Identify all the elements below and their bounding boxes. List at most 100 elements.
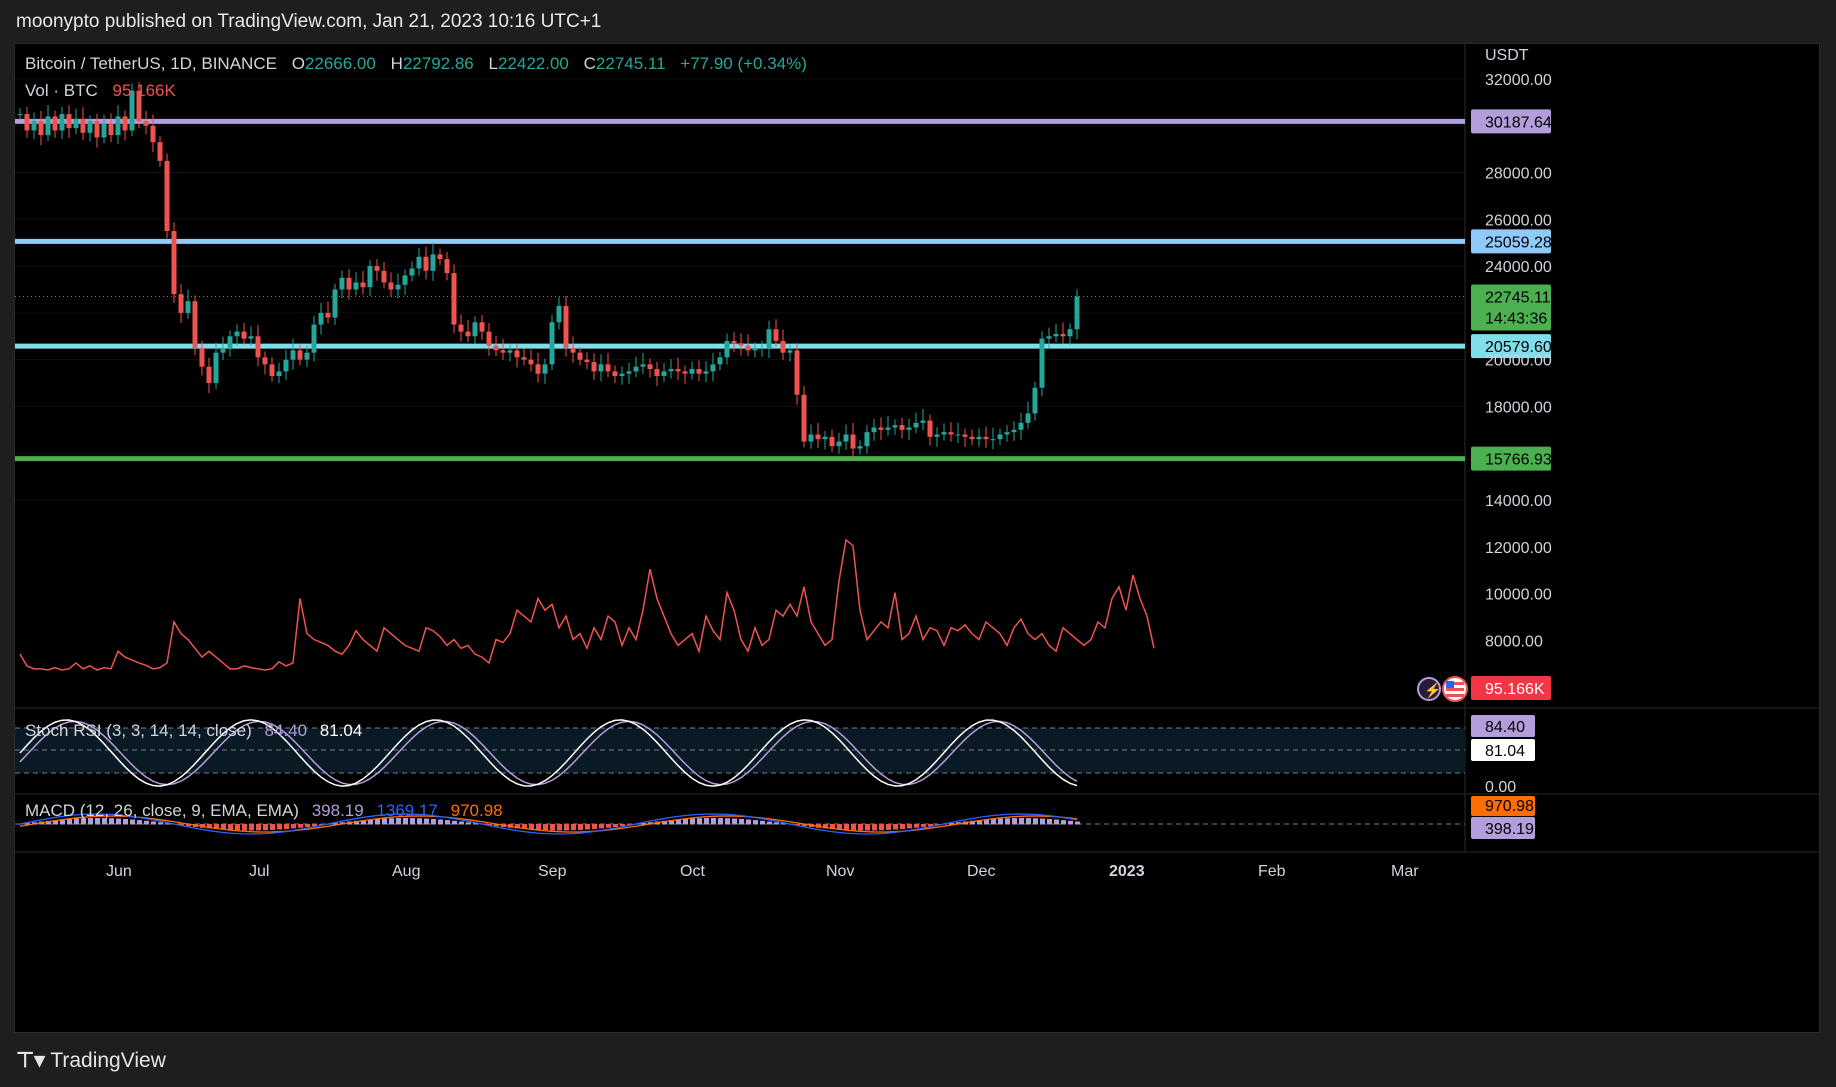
tradingview-logo[interactable]: ⊤▾ TradingView (16, 1048, 166, 1073)
legend-open: 22666.00 (305, 54, 376, 73)
candle-body (1053, 333, 1059, 337)
volume-line-series: 95.166K (19, 538, 1551, 700)
candle-body (318, 312, 324, 325)
macd-signal-tag-value: 970.98 (1485, 798, 1534, 815)
candle-body (24, 114, 30, 131)
footer-bar (0, 1035, 1836, 1087)
candle-body (206, 366, 212, 384)
legend-volume-value: 95.166K (112, 81, 176, 100)
horizontal-levels[interactable]: 30187.6425059.2820579.6015766.93 (15, 109, 1552, 471)
candle-body (983, 436, 989, 440)
price-axis[interactable]: 32000.00 28000.00 26000.00 24000.00 20000.00… (1471, 72, 1552, 650)
time-tick-label: Jul (249, 863, 269, 880)
candle-body (598, 364, 604, 372)
candle-body (640, 364, 646, 367)
candle-body (493, 345, 499, 351)
candle-body (353, 282, 359, 290)
macd-hist-bar (1047, 818, 1052, 825)
macd-hist-bar (263, 824, 268, 831)
candle-body (45, 116, 51, 136)
price-tick-label: 8000.00 (1485, 633, 1543, 650)
macd-hist-bar (144, 820, 149, 825)
candle-body (108, 123, 114, 136)
candle-body (829, 436, 835, 447)
price-tick-label: 14000.00 (1485, 493, 1552, 510)
macd-hist-bar (305, 824, 310, 827)
candle-body (780, 340, 786, 353)
countdown-value: 14:43:36 (1485, 311, 1547, 328)
candle-body (927, 420, 933, 437)
candle-body (486, 331, 492, 346)
candle-body (633, 366, 639, 372)
macd-hist-bar (613, 824, 618, 827)
legend-close: 22745.11 (596, 54, 666, 73)
time-axis[interactable]: Jun Jul Aug Sep Oct Nov Dec 2023 Feb Mar (106, 863, 1419, 880)
time-tick-label: Dec (967, 863, 995, 880)
macd-hist-bar (445, 820, 450, 825)
macd-hist-bar (585, 824, 590, 830)
macd-hist-bar (151, 821, 156, 825)
candle-body (409, 268, 415, 276)
macd-hist-bar (893, 824, 898, 830)
svg-text:⚡: ⚡ (1424, 682, 1441, 699)
candle-body (766, 329, 772, 348)
candle-body (171, 231, 177, 295)
candle-body (570, 347, 576, 353)
macd-hist-bar (459, 821, 464, 825)
macd-hist-bar (592, 824, 597, 830)
macd-hist-bar (1075, 821, 1080, 825)
macd-label: MACD (12, 26, close, 9, EMA, EMA) (25, 801, 299, 820)
time-tick-label: Mar (1391, 863, 1419, 880)
macd-hist-bar (543, 824, 548, 831)
candle-body (423, 256, 429, 271)
legend-change: +77.90 (+0.34%) (680, 54, 807, 73)
axis-currency: USDT (1485, 47, 1529, 64)
chart-svg[interactable]: 30187.6425059.2820579.6015766.93 95.166K… (15, 44, 1821, 1034)
candle-body (955, 434, 961, 436)
stoch-k-value: 84.40 (265, 721, 308, 740)
time-tick-label: Aug (392, 863, 420, 880)
candle-body (395, 284, 401, 290)
candle-body (430, 254, 436, 271)
candle-body (290, 350, 296, 360)
candle-body (997, 434, 1003, 440)
candle-body (1060, 333, 1066, 337)
legend-high: 22792.86 (403, 54, 474, 73)
macd-hist-bar (578, 824, 583, 830)
candle-body (367, 266, 373, 288)
macd-hist-bar (1061, 820, 1066, 825)
candle-body (451, 273, 457, 325)
candle-body (52, 116, 58, 131)
candle-body (514, 350, 520, 358)
candle-body (934, 434, 940, 437)
candle-body (745, 345, 751, 351)
candle-body (276, 371, 282, 377)
candle-body (822, 436, 828, 440)
macd-hist-bar (991, 818, 996, 825)
macd-hist-bar (1026, 818, 1031, 825)
lightning-icon[interactable]: ⚡ (1417, 677, 1441, 701)
macd-hist-bar (277, 824, 282, 830)
candle-body (626, 371, 632, 374)
macd-hist-bar (760, 820, 765, 825)
candle-body (815, 434, 821, 440)
svg-text:MACD (12, 26, close, 9, EMA, E: MACD (12, 26, close, 9, EMA, EMA) 398.19… (25, 801, 503, 820)
macd-hist-bar (438, 819, 443, 825)
chart-panel[interactable]: 30187.64 25059.28 20579.60 15766.93 95.166K… (14, 43, 1821, 1034)
candle-body (1025, 413, 1031, 423)
candle-body (325, 312, 331, 318)
macd-hist-bar (284, 824, 289, 830)
time-tick-label: Jun (106, 863, 132, 880)
stoch-d-tag-value: 81.04 (1485, 743, 1525, 760)
candle-body (654, 369, 660, 377)
macd-hist-bar (256, 824, 261, 831)
macd-hist-bar (1040, 818, 1045, 825)
candle-body (605, 364, 611, 372)
us-flag-icon[interactable] (1442, 676, 1468, 702)
candle-body (248, 336, 254, 339)
candle-body (80, 118, 86, 133)
candle-body (850, 434, 856, 449)
candle-body (941, 432, 947, 435)
macd-hist-tag-value: 398.19 (1485, 821, 1534, 838)
macd-hist-bar (564, 824, 569, 831)
